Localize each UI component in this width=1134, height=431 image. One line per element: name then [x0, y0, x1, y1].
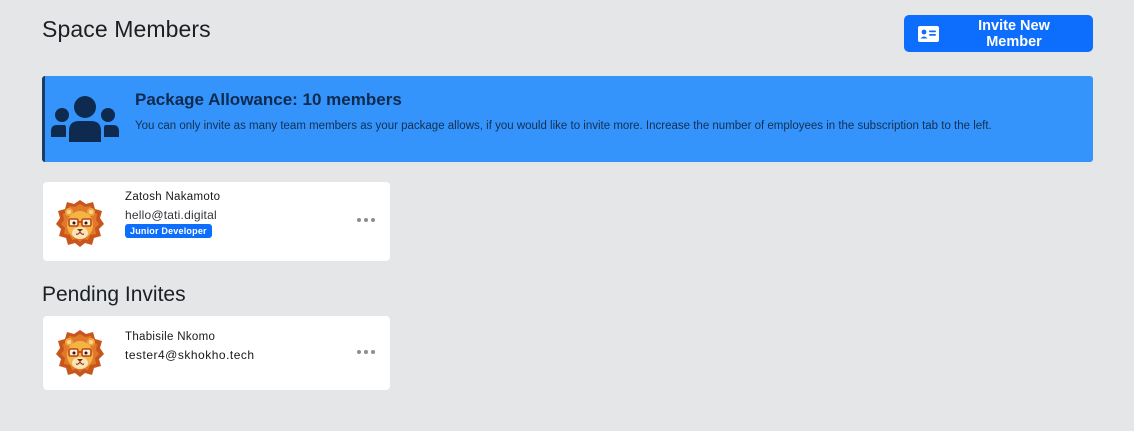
dot-icon — [357, 218, 361, 222]
dot-icon — [371, 350, 375, 354]
invite-button-label: Invite New Member — [978, 17, 1050, 50]
dot-icon — [364, 350, 368, 354]
pending-invites-title: Pending Invites — [42, 283, 186, 306]
more-options-button[interactable] — [357, 346, 375, 358]
invitee-email: tester4@skhokho.tech — [125, 348, 255, 362]
more-options-button[interactable] — [357, 214, 375, 226]
banner-text: You can only invite as many team members… — [135, 120, 992, 132]
pending-invite-card: Thabisile Nkomo tester4@skhokho.tech — [43, 316, 390, 390]
dot-icon — [371, 218, 375, 222]
invite-new-member-button[interactable]: Invite New Member — [904, 15, 1093, 52]
invitee-name: Thabisile Nkomo — [125, 331, 216, 343]
dot-icon — [357, 350, 361, 354]
space-members-page: Space Members Invite New Member Package … — [0, 0, 1134, 431]
member-name: Zatosh Nakamoto — [125, 191, 221, 203]
dot-icon — [364, 218, 368, 222]
member-card: Zatosh Nakamoto hello@tati.digital Junio… — [43, 182, 390, 261]
avatar — [55, 198, 105, 248]
role-badge: Junior Developer — [125, 224, 212, 238]
package-allowance-banner: Package Allowance: 10 members You can on… — [42, 76, 1093, 162]
id-card-icon — [918, 25, 939, 42]
page-title: Space Members — [42, 16, 211, 42]
member-email: hello@tati.digital — [125, 208, 217, 222]
avatar — [55, 328, 105, 378]
banner-title: Package Allowance: 10 members — [135, 90, 402, 109]
users-group-icon — [51, 95, 119, 148]
